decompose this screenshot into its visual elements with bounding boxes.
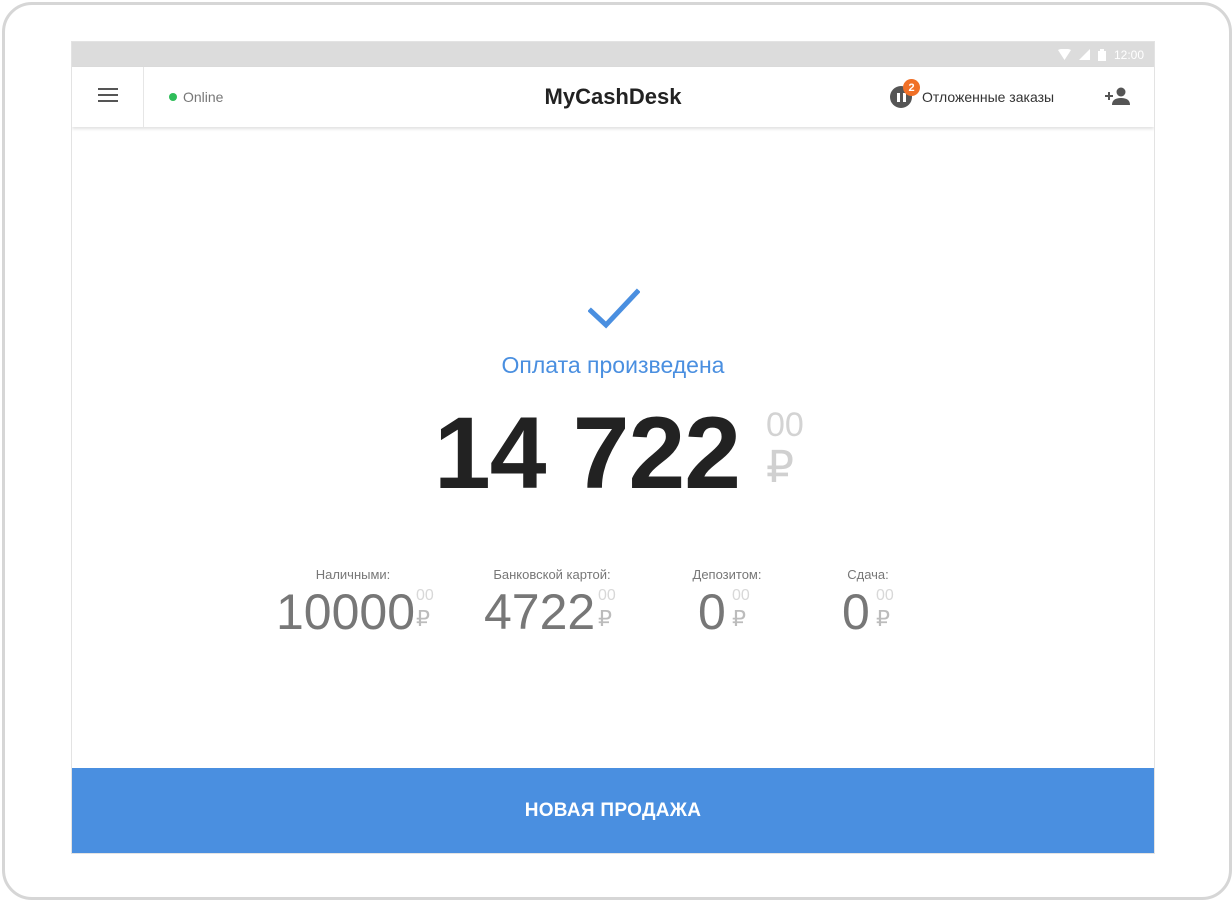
breakdown-cash: Наличными: 10000 00 ₽ [268, 567, 438, 647]
status-icons: 12:00 [1057, 46, 1144, 63]
add-customer-button[interactable] [1104, 85, 1132, 109]
breakdown-currency-sign: ₽ [598, 606, 612, 631]
breakdown-kopecks: 00 [416, 587, 434, 604]
online-label: Online [183, 89, 224, 105]
battery-icon [1097, 48, 1106, 61]
system-status-bar: 12:00 [72, 42, 1154, 67]
payment-success-message: Оплата произведена [501, 352, 725, 378]
breakdown-deposit: Депозитом: 0 00 ₽ [672, 567, 782, 647]
app-screen: 12:00 Online MyCashDesk 2 Отложенные зак… [72, 42, 1154, 853]
total-kopecks: 00 [766, 406, 804, 444]
breakdown-amount: 10000 [276, 584, 416, 640]
breakdown-label: Банковской картой: [493, 567, 611, 582]
connection-status: Online [169, 67, 223, 127]
new-sale-button[interactable]: НОВАЯ ПРОДАЖА [72, 768, 1154, 853]
checkmark-icon [587, 287, 641, 331]
breakdown-label: Депозитом: [692, 567, 762, 582]
signal-icon [1078, 49, 1090, 60]
wifi-icon [1057, 49, 1071, 60]
breakdown-amount: 0 [842, 584, 870, 640]
app-bar: Online MyCashDesk 2 Отложенные заказы [72, 67, 1154, 127]
total-currency-sign: ₽ [766, 443, 794, 492]
breakdown-card: Банковской картой: 4722 00 ₽ [472, 567, 632, 647]
online-indicator-dot [169, 93, 177, 101]
breakdown-kopecks: 00 [876, 587, 894, 604]
deferred-orders-badge: 2 [903, 79, 920, 96]
status-time: 12:00 [1113, 47, 1144, 62]
breakdown-label: Наличными: [315, 567, 391, 582]
person-add-icon [1104, 87, 1132, 113]
breakdown-kopecks: 00 [732, 587, 750, 604]
deferred-orders-label: Отложенные заказы [922, 89, 1055, 105]
breakdown-currency-sign: ₽ [732, 606, 746, 631]
breakdown-label: Сдача: [847, 567, 889, 582]
breakdown-currency-sign: ₽ [416, 606, 430, 631]
menu-button[interactable] [72, 67, 144, 127]
deferred-orders-button[interactable]: 2 Отложенные заказы [890, 67, 1054, 127]
breakdown-kopecks: 00 [598, 587, 616, 604]
breakdown-amount: 4722 [484, 584, 596, 640]
breakdown-currency-sign: ₽ [876, 606, 890, 631]
pause-icon: 2 [890, 79, 920, 108]
total-amount: 14 722 [434, 396, 741, 510]
hamburger-menu-icon [97, 87, 118, 107]
breakdown-change: Сдача: 0 00 ₽ [818, 567, 918, 647]
payment-total: 14 722 00 ₽ [432, 393, 852, 513]
payment-result: Оплата произведена 14 722 00 ₽ Наличными… [72, 127, 1154, 768]
breakdown-amount: 0 [698, 584, 726, 640]
